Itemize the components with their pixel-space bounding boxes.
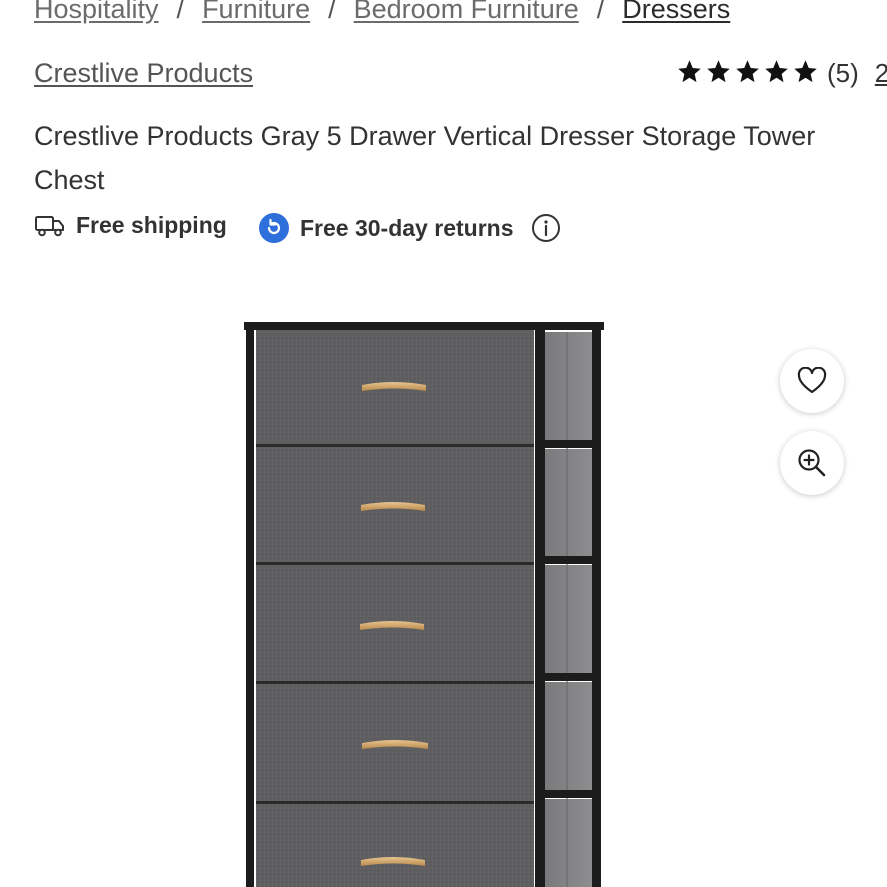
rating[interactable]: (5) 2 [676, 58, 887, 92]
free-returns-label: Free 30-day returns [300, 214, 514, 241]
zoom-in-icon [798, 449, 826, 477]
product-title: Crestlive Products Gray 5 Drawer Vertica… [34, 121, 816, 195]
brand-link[interactable]: Crestlive Products [34, 58, 253, 89]
star-icon [707, 60, 730, 83]
breadcrumb-link-furniture[interactable]: Furniture [202, 0, 310, 24]
rating-count: (5) [827, 58, 859, 88]
reviews-link[interactable]: 2 [875, 58, 887, 88]
free-shipping-label: Free shipping [76, 212, 227, 238]
star-icon [765, 60, 788, 83]
truck-icon [35, 215, 64, 236]
info-icon[interactable] [531, 213, 561, 243]
breadcrumb-separator: / [596, 0, 605, 24]
star-icon [736, 60, 759, 83]
breadcrumb-link-hospitality[interactable]: Hospitality [34, 0, 159, 24]
product-image[interactable] [0, 290, 887, 887]
favorite-button[interactable] [780, 349, 844, 413]
star-rating [676, 58, 821, 92]
star-icon [678, 60, 701, 83]
breadcrumb-link-dressers[interactable]: Dressers [622, 0, 730, 24]
breadcrumb-separator: / [176, 0, 185, 24]
heart-icon [797, 367, 827, 394]
zoom-button[interactable] [780, 431, 844, 495]
brand-rating-row: Crestlive Products (5) 2 [34, 56, 887, 96]
star-icon [794, 60, 817, 83]
breadcrumb: Hospitality / Furniture / Bedroom Furniture /… [34, 0, 730, 25]
returns-icon [259, 213, 289, 243]
breadcrumb-link-bedroom-furniture[interactable]: Bedroom Furniture [354, 0, 579, 24]
breadcrumb-separator: / [328, 0, 336, 24]
free-shipping: Free shipping [34, 212, 227, 239]
free-returns: Free 30-day returns [258, 212, 561, 244]
product-image-area [0, 290, 887, 887]
